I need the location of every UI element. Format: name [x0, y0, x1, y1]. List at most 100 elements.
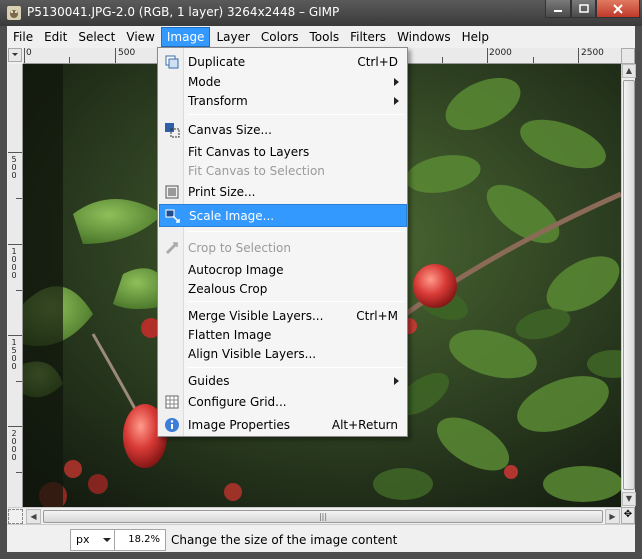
menu-tools[interactable]: Tools — [305, 27, 345, 47]
menu-item-print-size[interactable]: Print Size... — [159, 181, 407, 203]
ruler-tick — [8, 426, 22, 427]
ruler-tick — [16, 290, 22, 291]
unit-selector[interactable]: px — [70, 529, 118, 551]
ruler-tick — [16, 381, 22, 382]
menu-item-label: Autocrop Image — [188, 263, 284, 277]
ruler-tick — [442, 57, 443, 63]
ruler-tick — [115, 48, 116, 63]
title-bar[interactable]: P5130041.JPG-2.0 (RGB, 1 layer) 3264x244… — [0, 0, 642, 26]
crop-icon — [165, 241, 179, 255]
ruler-tick — [24, 48, 25, 63]
menu-item-label: Zealous Crop — [188, 282, 268, 296]
ruler-tick — [16, 472, 22, 473]
menu-separator — [187, 114, 405, 115]
menu-item-label: Flatten Image — [188, 328, 272, 342]
unit-value: px — [76, 533, 90, 546]
menu-item-canvas-size[interactable]: Canvas Size... — [159, 119, 407, 141]
menu-windows[interactable]: Windows — [392, 27, 456, 47]
menu-item-transform[interactable]: Transform — [159, 90, 407, 112]
menu-separator — [187, 367, 405, 368]
zoom-to-fit-button[interactable] — [621, 48, 635, 64]
scale-image-icon — [165, 209, 180, 223]
horizontal-scroll-thumb[interactable]: ||| — [43, 510, 603, 523]
menu-item-fit-canvas-selection[interactable]: Fit Canvas to Selection — [159, 160, 407, 182]
ruler-tick — [16, 198, 22, 199]
canvas-size-icon — [165, 123, 180, 138]
grid-icon — [165, 395, 179, 409]
vertical-ruler[interactable]: 500 1000 1500 2000 — [8, 64, 23, 507]
menu-item-duplicate[interactable]: Duplicate Ctrl+D — [159, 51, 407, 73]
menu-item-label: Mode — [188, 75, 221, 89]
menu-colors[interactable]: Colors — [256, 27, 304, 47]
menu-edit[interactable]: Edit — [39, 27, 72, 47]
vertical-scroll-thumb[interactable] — [623, 80, 635, 490]
menu-item-label: Fit Canvas to Layers — [188, 145, 310, 159]
navigate-icon[interactable]: ✥ — [621, 507, 635, 524]
menu-select[interactable]: Select — [73, 27, 120, 47]
menu-separator — [187, 301, 405, 302]
menu-item-label: Align Visible Layers... — [188, 347, 317, 361]
close-icon — [613, 3, 623, 14]
maximize-button[interactable] — [571, 0, 596, 18]
ruler-tick — [8, 335, 22, 336]
ruler-label: 1500 — [11, 338, 17, 371]
menu-separator — [187, 231, 405, 232]
menu-item-label: Crop to Selection — [188, 241, 291, 255]
print-size-icon — [165, 185, 179, 199]
menu-image[interactable]: Image — [160, 27, 211, 47]
vertical-scrollbar[interactable]: ▲ ▼ — [621, 64, 636, 507]
menu-item-label: Scale Image... — [189, 209, 275, 223]
submenu-arrow-icon — [394, 377, 399, 385]
image-menu-dropdown: Duplicate Ctrl+D Mode Transform Canvas S… — [157, 47, 408, 437]
menu-item-align-visible-layers[interactable]: Align Visible Layers... — [159, 343, 407, 365]
menu-item-label: Fit Canvas to Selection — [188, 164, 325, 178]
menu-item-shortcut: Ctrl+M — [356, 309, 398, 323]
close-button[interactable] — [596, 0, 640, 18]
menu-item-zealous-crop[interactable]: Zealous Crop — [159, 278, 407, 300]
ruler-tick — [533, 57, 534, 63]
minimize-button[interactable] — [545, 0, 571, 18]
menu-item-guides[interactable]: Guides — [159, 370, 407, 392]
menu-help[interactable]: Help — [457, 27, 494, 47]
zoom-field[interactable]: 18.2% — [114, 529, 166, 551]
menu-item-shortcut: Ctrl+D — [357, 55, 398, 69]
menu-item-label: Canvas Size... — [188, 123, 272, 137]
ruler-corner-menu-button[interactable] — [8, 48, 22, 62]
menu-item-label: Print Size... — [188, 185, 256, 199]
minimize-icon — [554, 9, 562, 12]
menu-item-label: Configure Grid... — [188, 395, 287, 409]
menu-item-configure-grid[interactable]: Configure Grid... — [159, 391, 407, 413]
scroll-up-button[interactable]: ▲ — [622, 64, 636, 78]
ruler-label: 500 — [118, 48, 136, 58]
ruler-label: 0 — [26, 48, 32, 58]
info-icon — [165, 418, 179, 432]
status-message: Change the size of the image content — [171, 533, 398, 547]
submenu-arrow-icon — [394, 78, 399, 86]
scroll-left-button[interactable]: ◀ — [26, 509, 41, 524]
menu-view[interactable]: View — [121, 27, 159, 47]
ruler-label: 2000 — [489, 48, 512, 58]
scroll-down-button[interactable]: ▼ — [622, 492, 636, 506]
menu-item-scale-image[interactable]: Scale Image... — [159, 204, 407, 227]
ruler-tick — [487, 48, 488, 63]
ruler-label: 500 — [11, 155, 17, 180]
menu-item-label: Guides — [188, 374, 230, 388]
menu-layer[interactable]: Layer — [211, 27, 254, 47]
ruler-tick — [69, 57, 70, 63]
menu-item-label: Duplicate — [188, 55, 246, 69]
menu-item-crop-to-selection[interactable]: Crop to Selection — [159, 237, 407, 259]
quick-mask-toggle[interactable] — [8, 509, 23, 524]
ruler-tick — [8, 152, 22, 153]
ruler-label: 2000 — [11, 429, 17, 462]
scroll-right-button[interactable]: ▶ — [605, 509, 620, 524]
ruler-tick — [8, 244, 22, 245]
status-bar: px 18.2% Change the size of the image co… — [7, 524, 635, 552]
ruler-label: 2500 — [581, 48, 604, 58]
menu-bar: File Edit Select View Image Layer Colors… — [7, 26, 635, 48]
menu-item-label: Transform — [188, 94, 248, 108]
menu-item-label: Merge Visible Layers... — [188, 309, 324, 323]
menu-filters[interactable]: Filters — [345, 27, 391, 47]
menu-item-image-properties[interactable]: Image Properties Alt+Return — [159, 414, 407, 436]
menu-file[interactable]: File — [8, 27, 38, 47]
horizontal-scrollbar[interactable]: ◀ ||| ▶ — [8, 507, 621, 524]
